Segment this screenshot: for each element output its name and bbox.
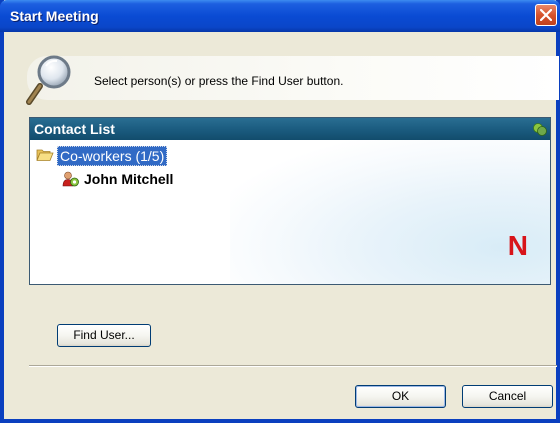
online-user-icon xyxy=(62,171,79,187)
status-orb-icon xyxy=(533,123,547,136)
find-user-button[interactable]: Find User... xyxy=(57,324,151,347)
contact-list-title: Contact List xyxy=(34,121,115,137)
group-label[interactable]: Co-workers (1/5) xyxy=(57,146,168,166)
contact-list-header: Contact List xyxy=(30,118,550,140)
start-meeting-dialog: Start Meeting Select person(s) or press … xyxy=(0,0,560,423)
open-folder-icon xyxy=(36,149,54,161)
title-bar[interactable]: Start Meeting xyxy=(0,0,560,32)
window-title: Start Meeting xyxy=(10,8,99,24)
cancel-button[interactable]: Cancel xyxy=(462,385,553,408)
contact-name[interactable]: John Mitchell xyxy=(84,170,173,188)
contact-list[interactable]: N Contact List Co-workers (1/5) John Mit… xyxy=(29,117,551,285)
hint-text: Select person(s) or press the Find User … xyxy=(94,74,344,88)
ok-button[interactable]: OK xyxy=(355,385,446,408)
separator xyxy=(29,365,557,367)
magnifier-icon xyxy=(26,55,71,105)
close-icon xyxy=(540,9,552,21)
close-button[interactable] xyxy=(535,4,557,26)
novell-logo: N xyxy=(507,230,528,261)
watermark-background xyxy=(230,138,550,284)
